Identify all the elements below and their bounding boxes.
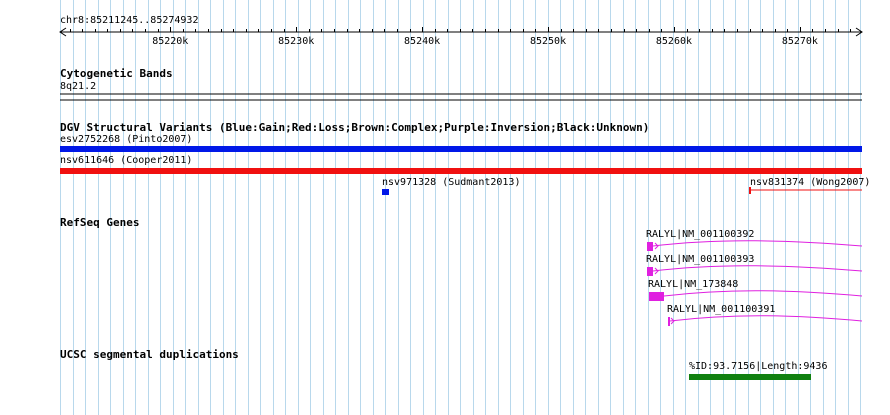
gene-label[interactable]: RALYL|NM_001100393 [646,254,754,266]
cytoband-band-label[interactable]: 8q21.2 [60,81,96,93]
ruler-tick-label: 85250k [530,36,566,47]
segdup-track-title: UCSC segmental duplications [60,348,239,361]
dgv-feature-nsv611646[interactable] [60,168,862,174]
gene-model-nm-001100393[interactable] [647,265,863,276]
gene-model-nm-173848[interactable] [649,290,863,301]
genome-browser-view: 85220k 85230k 85240k 85250k 85260k 85270k [0,0,890,415]
segdup-feature-label[interactable]: %ID:93.7156|Length:9436 [689,361,827,373]
ruler-ticks: 85220k 85230k 85240k 85250k 85260k 85270k [70,27,851,47]
gene-model-nm-001100391[interactable] [668,315,863,326]
segdup-feature[interactable] [689,374,811,380]
ruler-tick-label: 85240k [404,36,440,47]
dgv-feature-label[interactable]: nsv831374 (Wong2007) [750,177,870,189]
ruler-position-label: chr8:85211245..85274932 [60,15,199,26]
ruler-tick-label: 85270k [782,36,818,47]
gene-label[interactable]: RALYL|NM_001100392 [646,229,754,241]
gene-label[interactable]: RALYL|NM_173848 [648,279,738,291]
dgv-feature-label[interactable]: nsv611646 (Cooper2011) [60,155,192,167]
gene-label[interactable]: RALYL|NM_001100391 [667,304,775,316]
ruler-tick-label: 85260k [656,36,692,47]
dgv-feature-esv2752268[interactable] [60,146,862,152]
ruler: 85220k 85230k 85240k 85250k 85260k 85270k [59,27,863,47]
refseq-track-title: RefSeq Genes [60,216,140,229]
cytoband-track-title: Cytogenetic Bands [60,67,173,80]
dgv-track-title: DGV Structural Variants (Blue:Gain;Red:L… [60,121,650,134]
dgv-feature-label[interactable]: nsv971328 (Sudmant2013) [382,177,520,189]
gene-model-nm-001100392[interactable] [647,240,863,251]
dgv-feature-label[interactable]: esv2752268 (Pinto2007) [60,134,192,146]
ruler-tick-label: 85230k [278,36,314,47]
dgv-feature-nsv971328[interactable] [382,189,389,195]
ruler-tick-label: 85220k [152,36,188,47]
